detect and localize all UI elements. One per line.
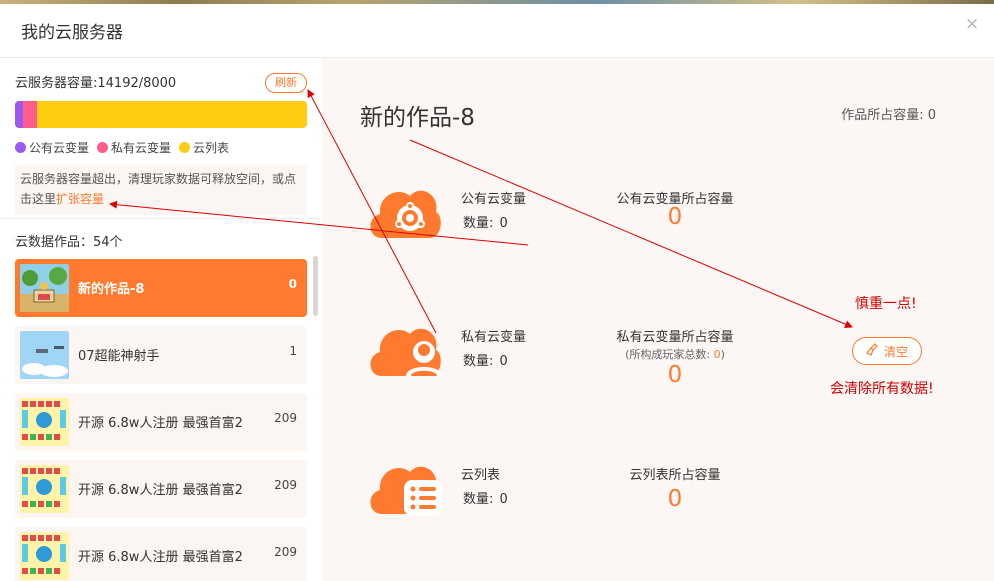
capacity-notice: 云服务器容量超出，清理玩家数据可释放空间，或点击这里扩张容量 <box>15 165 307 215</box>
work-thumbnail <box>20 532 69 580</box>
legend-item-public: 公有云变量 <box>15 139 89 156</box>
cloud-list-section: 云列表 数量: 0 云列表所占容量 0 <box>322 454 822 554</box>
broom-icon <box>866 342 880 360</box>
work-name: 开源 6.8w人注册 最强首富2 <box>78 483 243 498</box>
capacity-label: 云服务器容量:14192/8000 <box>15 76 177 91</box>
legend-dot <box>15 142 26 153</box>
close-icon[interactable]: × <box>965 14 979 34</box>
work-thumbnail <box>20 331 69 379</box>
list-capacity-value: 0 <box>667 486 683 512</box>
legend-label: 公有云变量 <box>29 141 90 155</box>
work-count: 209 <box>274 478 297 492</box>
cloud-list-qty: 数量: 0 <box>461 488 508 507</box>
public-variables-qty: 数量: 0 <box>461 212 508 231</box>
work-item[interactable]: 开源 6.8w人注册 最强首富2 209 <box>15 460 307 518</box>
work-name: 开源 6.8w人注册 最强首富2 <box>78 550 243 565</box>
qty-label: 数量: <box>463 492 494 507</box>
qty-label: 数量: <box>463 216 494 231</box>
qty-value: 0 <box>499 354 508 369</box>
annotation-warning: 会清除所有数据! <box>830 381 934 397</box>
private-capacity-title: 私有云变量所占容量 <box>616 330 734 345</box>
qty-value: 0 <box>499 492 508 507</box>
players-total-value: 0 <box>713 348 721 361</box>
work-thumbnail <box>20 465 69 513</box>
right-panel: 新的作品-8 作品所占容量: 0 公有云变量 数量: 0 公有云变量所占容量 0 <box>322 58 994 581</box>
work-thumbnail <box>20 264 69 312</box>
capacity-segment-public <box>15 101 23 128</box>
works-count-label: 云数据作品：54个 <box>15 235 123 250</box>
capacity-segment-private <box>23 101 37 128</box>
work-item[interactable]: 07超能神射手 1 <box>15 326 307 384</box>
legend-label: 私有云变量 <box>111 141 172 155</box>
qty-value: 0 <box>499 216 508 231</box>
private-variables-section: 私有云变量 数量: 0 私有云变量所占容量 (所构成玩家总数: 0) 0 <box>322 316 822 416</box>
public-variables-label: 公有云变量 <box>461 192 527 207</box>
players-total-suffix: ) <box>720 348 725 361</box>
work-name: 07超能神射手 <box>78 349 160 364</box>
clear-label: 清空 <box>883 344 908 359</box>
refresh-button[interactable]: 刷新 <box>265 73 307 93</box>
list-capacity-title: 云列表所占容量 <box>629 468 721 483</box>
public-variables-section: 公有云变量 数量: 0 公有云变量所占容量 0 <box>322 178 822 278</box>
annotation-careful: 慎重一点! <box>855 296 917 312</box>
work-name: 新的作品-8 <box>78 282 145 297</box>
capacity-legend: 公有云变量 私有云变量 云列表 <box>15 139 229 156</box>
cloud-list-label: 云列表 <box>461 468 501 483</box>
works-list: 新的作品-8 0 07超能神射手 1 开源 6.8w人注册 最强首富2 209 … <box>15 259 307 581</box>
private-cloud-icon <box>364 316 444 380</box>
list-cloud-icon <box>364 454 444 518</box>
public-capacity-value: 0 <box>667 204 683 230</box>
public-cloud-icon <box>364 178 444 242</box>
capacity-segment-list <box>37 101 307 128</box>
divider <box>0 218 322 219</box>
work-count: 0 <box>288 277 297 291</box>
legend-item-list: 云列表 <box>179 139 229 156</box>
works-scrollbar[interactable] <box>313 256 318 316</box>
dialog-title: 我的云服务器 <box>21 23 123 43</box>
work-item-active[interactable]: 新的作品-8 0 <box>15 259 307 317</box>
work-count: 209 <box>274 411 297 425</box>
players-total-prefix: (所构成玩家总数: <box>625 348 714 361</box>
legend-dot <box>97 142 109 153</box>
legend-item-private: 私有云变量 <box>97 139 171 156</box>
capacity-bar <box>15 101 307 128</box>
private-variables-label: 私有云变量 <box>461 330 527 345</box>
work-item[interactable]: 开源 6.8w人注册 最强首富2 209 <box>15 393 307 451</box>
work-count: 1 <box>289 344 297 358</box>
work-thumbnail <box>20 398 69 446</box>
dialog-header: 我的云服务器 × <box>0 4 994 58</box>
work-capacity: 作品所占容量: 0 <box>841 108 936 123</box>
left-panel: 云服务器容量:14192/8000 刷新 公有云变量 私有云变量 云列表 云服务… <box>0 58 322 581</box>
private-capacity-value: 0 <box>667 362 683 388</box>
private-players-total: (所构成玩家总数: 0) <box>610 346 740 362</box>
private-variables-qty: 数量: 0 <box>461 350 508 369</box>
legend-dot <box>179 142 191 153</box>
work-title: 新的作品-8 <box>360 105 475 131</box>
legend-label: 云列表 <box>193 141 230 155</box>
work-count: 209 <box>274 545 297 559</box>
work-name: 开源 6.8w人注册 最强首富2 <box>78 416 243 431</box>
work-item[interactable]: 开源 6.8w人注册 最强首富2 209 <box>15 527 307 581</box>
clear-button[interactable]: 清空 <box>852 337 922 365</box>
qty-label: 数量: <box>463 354 494 369</box>
expand-capacity-link[interactable]: 扩张容量 <box>56 192 104 206</box>
